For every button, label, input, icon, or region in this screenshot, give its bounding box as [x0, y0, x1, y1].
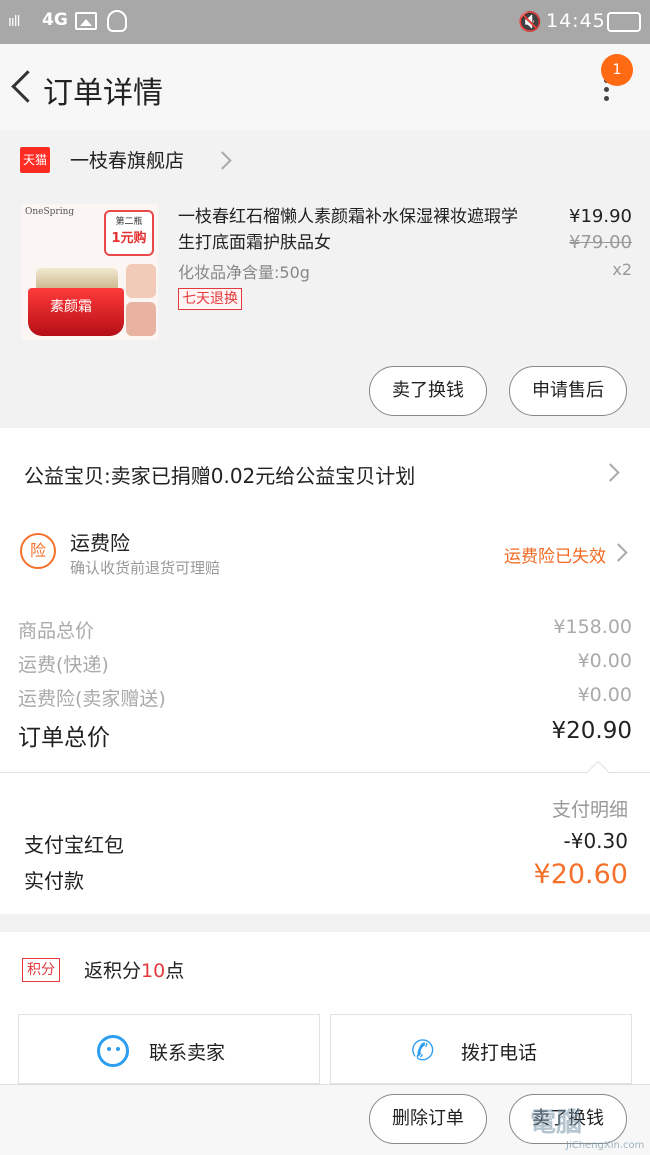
- product-jar: 素颜霜: [28, 288, 124, 336]
- product-price: ¥19.90: [569, 206, 632, 227]
- payment-detail-label: 支付明细: [551, 799, 628, 821]
- product-original-price: ¥79.00: [569, 232, 632, 253]
- signal-icon: ııll: [8, 14, 21, 30]
- insurance-icon: 险: [20, 533, 56, 569]
- product-card[interactable]: OneSpring 第二瓶 1元购 素颜霜 一枝春红石榴懒人素颜霜补水保湿裸妆遮…: [0, 192, 650, 428]
- shop-name[interactable]: 一枝春旗舰店: [70, 146, 184, 173]
- watermark-logo: 電腦: [530, 1108, 583, 1138]
- clock: 14:45: [546, 10, 606, 32]
- image-notification-icon: [75, 12, 97, 30]
- red-packet-row: 支付宝红包 -¥0.30: [24, 829, 628, 857]
- actual-payment-row: 实付款 ¥20.60: [24, 859, 628, 893]
- product-spec: 化妆品净含量:50g: [178, 263, 310, 282]
- insurance-desc: 确认收货前退货可理赔: [70, 559, 221, 577]
- qq-notification-icon: [107, 10, 127, 32]
- cost-row-shipping: 运费(快递) ¥0.00: [18, 650, 632, 676]
- cost-row-goods: 商品总价 ¥158.00: [18, 616, 632, 642]
- points-text: 返积分10点: [84, 960, 185, 982]
- points-row: 积分 返积分10点: [0, 932, 650, 1008]
- after-sale-button[interactable]: 申请售后: [509, 366, 627, 416]
- status-bar: ııll 4G 🔇 14:45: [0, 0, 650, 44]
- cost-summary: 商品总价 ¥158.00 运费(快递) ¥0.00 运费险(卖家赠送) ¥0.0…: [0, 600, 650, 772]
- delete-order-button[interactable]: 删除订单: [369, 1094, 487, 1144]
- chevron-right-icon: [601, 463, 620, 482]
- product-title[interactable]: 一枝春红石榴懒人素颜霜补水保湿裸妆遮瑕学生打底面霜护肤品女: [178, 204, 518, 256]
- call-phone-button[interactable]: ✆ 拨打电话: [330, 1014, 632, 1084]
- notification-badge[interactable]: 1: [601, 54, 633, 86]
- battery-icon: [607, 12, 641, 32]
- sell-refund-button[interactable]: 卖了换钱: [369, 366, 487, 416]
- back-arrow-icon[interactable]: [8, 66, 38, 106]
- payment-detail: 支付明细 支付宝红包 -¥0.30 实付款 ¥20.60: [0, 760, 650, 914]
- product-image-brand: OneSpring: [25, 207, 75, 217]
- charity-row[interactable]: 公益宝贝:卖家已捐赠0.02元给公益宝贝计划: [0, 428, 650, 518]
- page-title: 订单详情: [43, 76, 163, 111]
- chevron-right-icon: [213, 151, 232, 170]
- tmall-icon: 天猫: [20, 147, 50, 173]
- insurance-status[interactable]: 运费险已失效: [504, 542, 606, 567]
- insurance-name: 运费险: [70, 531, 130, 555]
- cost-row-insurance: 运费险(卖家赠送) ¥0.00: [18, 684, 632, 710]
- order-total: 订单总价 ¥20.90: [18, 718, 632, 751]
- chat-icon: [97, 1035, 129, 1067]
- phone-icon: ✆: [411, 1034, 435, 1067]
- watermark-text: JiChengXin.com: [566, 1140, 645, 1151]
- network-label: 4G: [42, 10, 68, 30]
- mute-icon: 🔇: [518, 11, 542, 33]
- product-image[interactable]: OneSpring 第二瓶 1元购 素颜霜: [22, 204, 158, 340]
- contact-seller-button[interactable]: 联系卖家: [18, 1014, 320, 1084]
- chevron-right-icon: [609, 543, 628, 562]
- charity-text: 公益宝贝:卖家已捐赠0.02元给公益宝贝计划: [24, 464, 416, 488]
- product-quantity: x2: [612, 260, 632, 279]
- contact-section: 联系卖家 ✆ 拨打电话: [0, 1008, 650, 1084]
- points-tag: 积分: [22, 958, 60, 982]
- shipping-insurance-row[interactable]: 险 运费险 确认收货前退货可理赔 运费险已失效: [0, 518, 650, 600]
- product-image-promo: 第二瓶 1元购: [104, 210, 154, 256]
- return-policy-tag: 七天退换: [178, 288, 242, 310]
- app-header: 订单详情 1: [0, 44, 650, 130]
- shop-row[interactable]: 天猫 一枝春旗舰店: [0, 130, 650, 192]
